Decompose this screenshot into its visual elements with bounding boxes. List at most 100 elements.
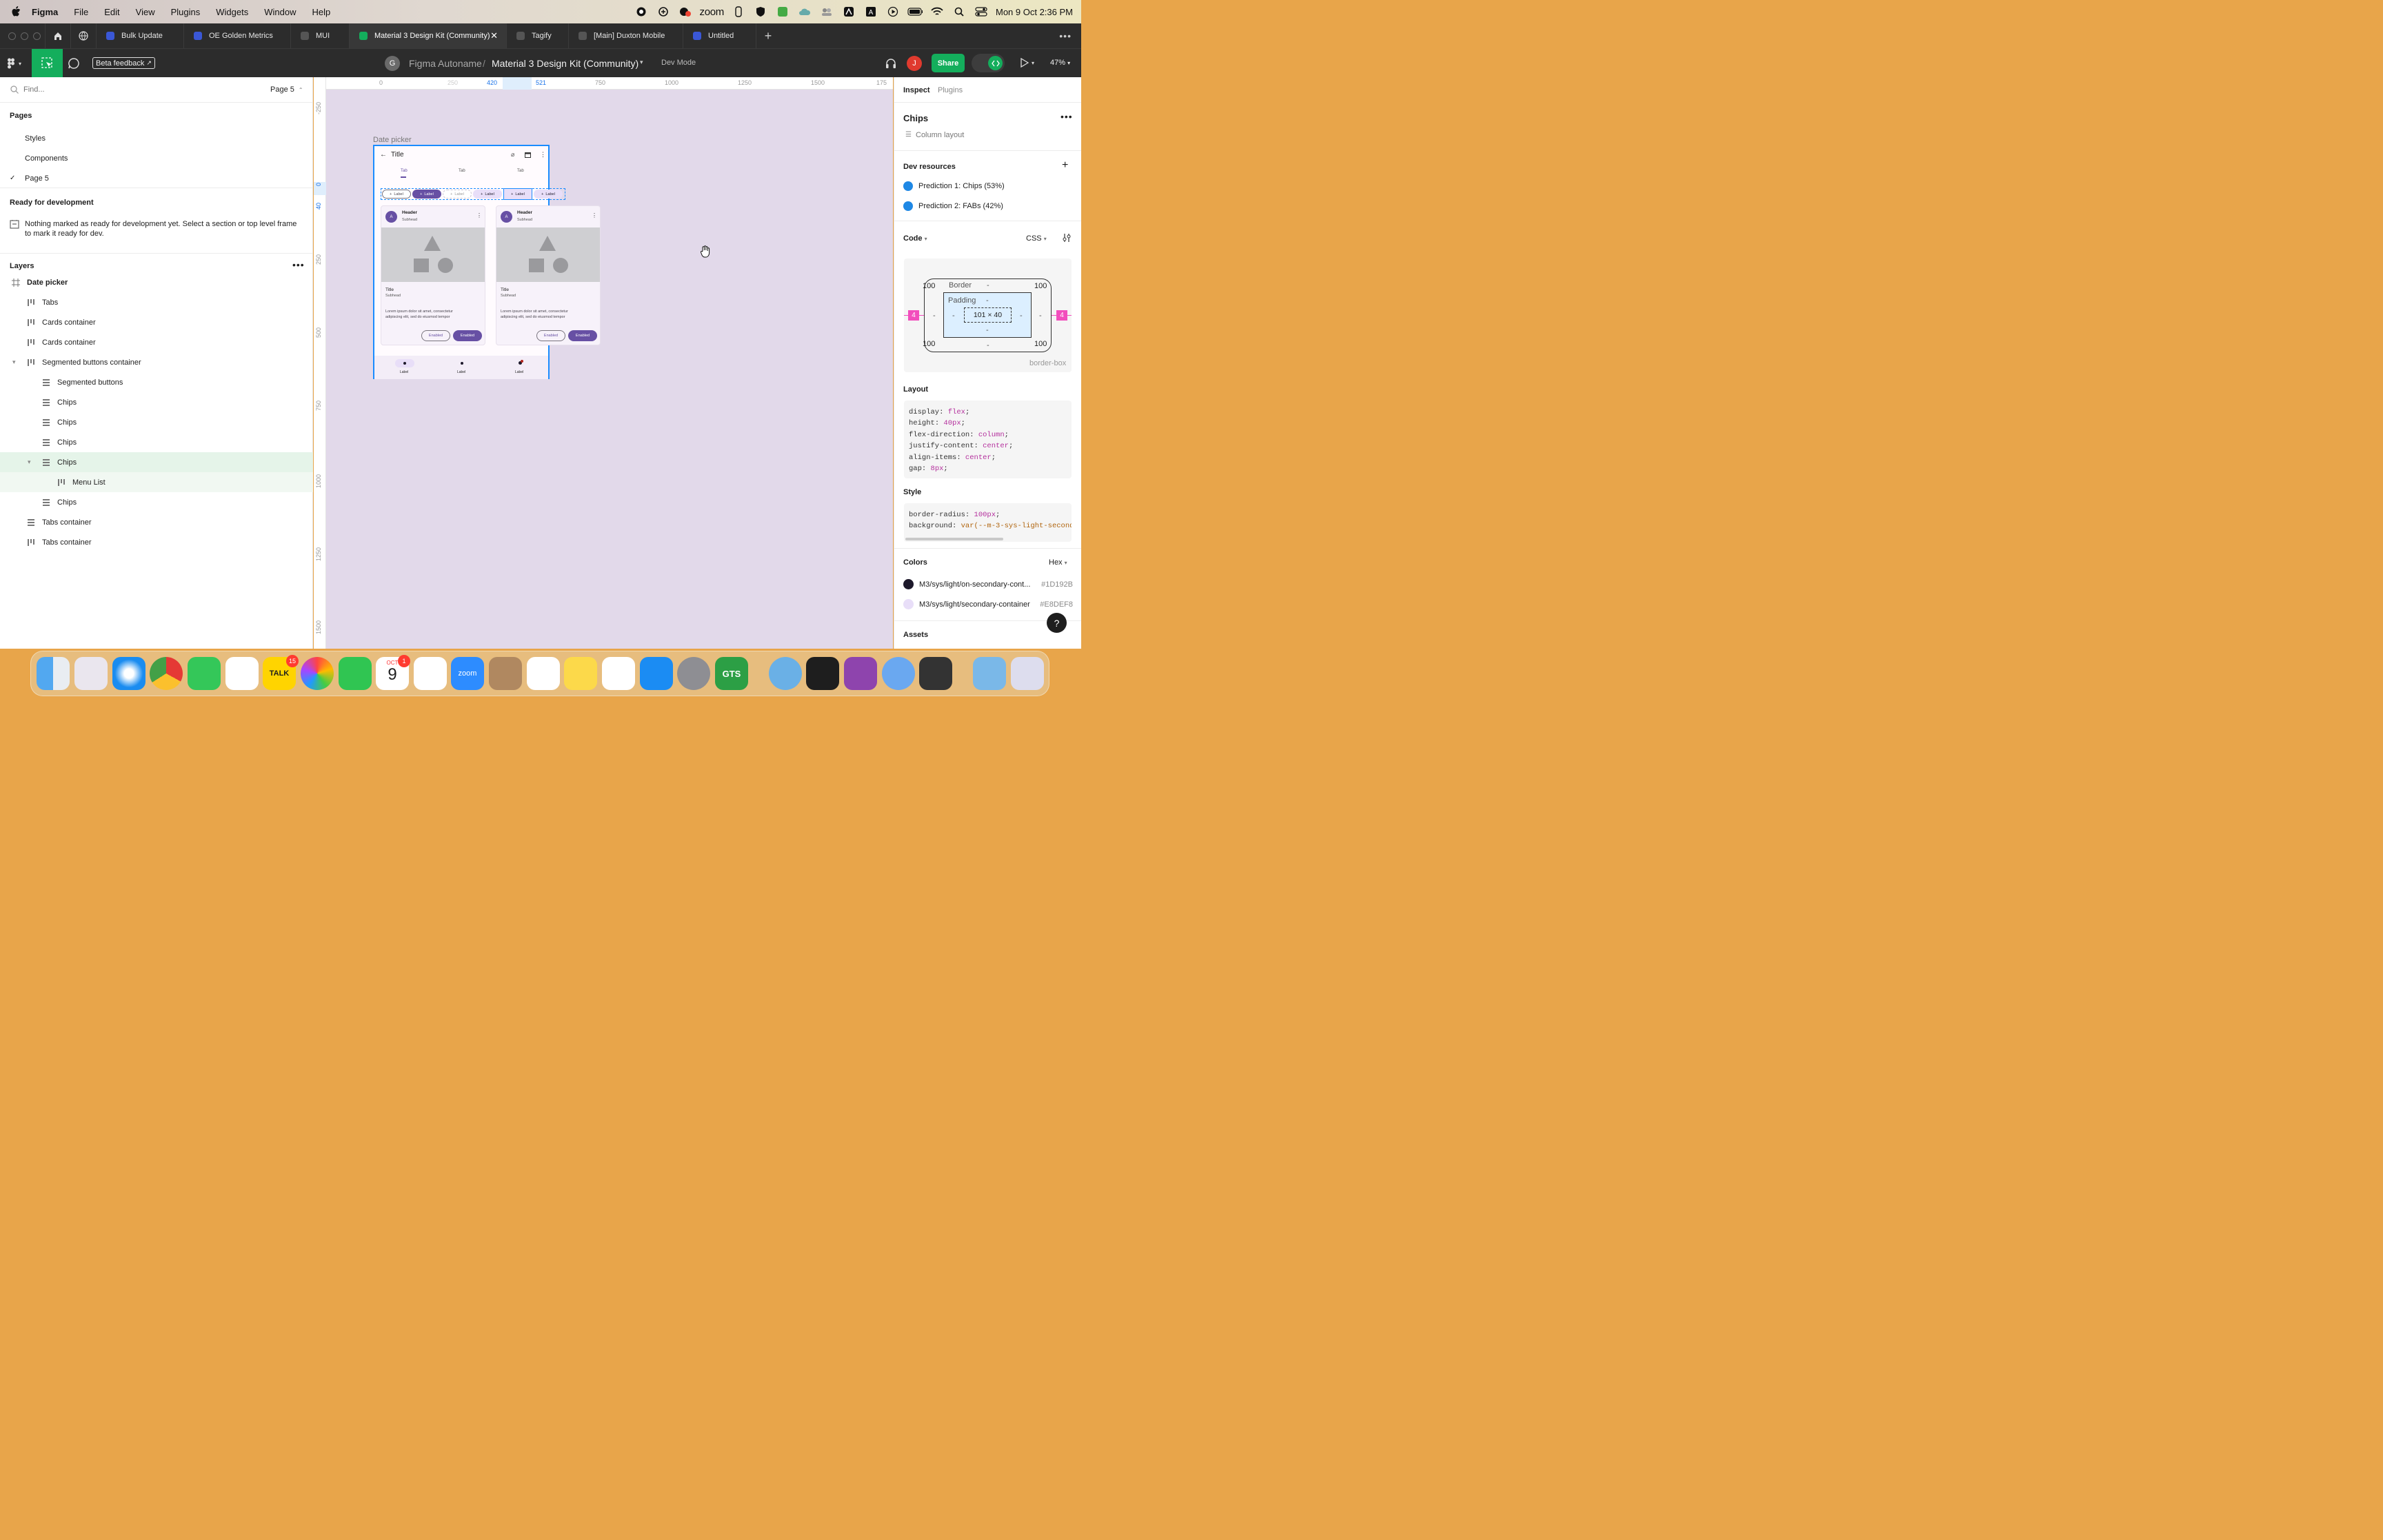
add-resource-icon[interactable]: +	[1062, 159, 1068, 172]
file-name[interactable]: Material 3 Design Kit (Community)	[492, 58, 639, 69]
nav-label[interactable]: Label	[400, 370, 408, 374]
record-icon[interactable]	[634, 5, 649, 19]
inspect-tool-button[interactable]	[32, 49, 63, 78]
close-window-button[interactable]	[8, 32, 16, 40]
reminders-icon[interactable]	[527, 657, 560, 690]
nav-icon[interactable]	[461, 362, 463, 365]
layer-row[interactable]: Chips	[0, 492, 313, 512]
trash-icon[interactable]	[1011, 657, 1044, 690]
people-icon[interactable]	[819, 5, 834, 19]
prediction-item[interactable]: Prediction 2: FABs (42%)	[903, 201, 1003, 211]
menu-edit[interactable]: Edit	[104, 7, 119, 17]
menu-view[interactable]: View	[136, 7, 155, 17]
close-tab-icon[interactable]: ✕	[490, 30, 498, 41]
layer-row[interactable]: ▾ Segmented buttons container	[0, 352, 313, 372]
style-code-block[interactable]: border-radius: 100px; background: var(--m…	[904, 503, 1072, 542]
tab-material3-active[interactable]: Material 3 Design Kit (Community) ✕	[350, 23, 507, 48]
chip[interactable]: + Label	[503, 188, 532, 200]
layer-row[interactable]: Chips	[0, 412, 313, 432]
tab-untitled[interactable]: Untitled	[683, 23, 756, 48]
outlined-button[interactable]: Enabled	[421, 330, 450, 341]
wifi-icon[interactable]	[929, 5, 945, 19]
chrome-icon[interactable]	[150, 657, 183, 690]
tab-1[interactable]: Tab	[401, 169, 408, 173]
outlined-button[interactable]: Enabled	[536, 330, 565, 341]
headphones-icon[interactable]	[885, 57, 897, 70]
tab-2[interactable]: Tab	[459, 169, 465, 173]
layer-row[interactable]: Cards container	[0, 312, 313, 332]
tab-mui[interactable]: MUI	[291, 23, 350, 48]
layout-code-block[interactable]: display: flex; height: 40px; flex-directio…	[904, 401, 1072, 478]
prediction-item[interactable]: Prediction 1: Chips (53%)	[903, 181, 1005, 191]
nav-label[interactable]: Label	[457, 370, 465, 374]
share-button[interactable]: Share	[932, 54, 965, 72]
figma-status-icon[interactable]	[731, 5, 746, 19]
more-tabs-icon[interactable]: •••	[1059, 30, 1072, 41]
tab-3[interactable]: Tab	[517, 169, 524, 173]
messenger-icon[interactable]	[678, 5, 693, 19]
photos-icon[interactable]	[301, 657, 334, 690]
color-row[interactable]: M3/sys/light/on-secondary-cont... #1D192…	[903, 579, 1073, 589]
canvas[interactable]: 0 250 420 521 750 1000 1250 1500 175 -25…	[314, 77, 893, 649]
nav-icon[interactable]	[403, 362, 406, 365]
selection-more-icon[interactable]: •••	[1060, 111, 1073, 122]
tab-duxton-mobile[interactable]: [Main] Duxton Mobile	[569, 23, 683, 48]
menu-plugins[interactable]: Plugins	[171, 7, 201, 17]
page-item-components[interactable]: Components	[25, 154, 68, 163]
layer-row[interactable]: ▾ Chips	[0, 452, 313, 472]
layer-row[interactable]: Chips	[0, 392, 313, 412]
layer-row[interactable]: Menu List	[0, 472, 313, 492]
shield-icon[interactable]	[753, 5, 768, 19]
menu-file[interactable]: File	[74, 7, 88, 17]
layer-row[interactable]: Chips	[0, 432, 313, 452]
user-avatar[interactable]: J	[907, 56, 922, 71]
minimize-window-button[interactable]	[21, 32, 28, 40]
new-tab-icon[interactable]: +	[756, 29, 780, 43]
battery-icon[interactable]	[907, 5, 923, 19]
layer-row[interactable]: Segmented buttons	[0, 372, 313, 392]
comment-tool-button[interactable]	[68, 57, 80, 70]
page-item-page5[interactable]: Page 5	[25, 174, 49, 183]
chatgpt-icon[interactable]	[656, 5, 671, 19]
clock[interactable]: Mon 9 Oct 2:36 PM	[996, 7, 1073, 17]
layer-row[interactable]: Tabs container	[0, 512, 313, 532]
code-title[interactable]: Code ▾	[903, 234, 927, 243]
quicktime-icon[interactable]	[919, 657, 952, 690]
back-arrow-icon[interactable]: ←	[380, 151, 387, 159]
page-item-styles[interactable]: Styles	[25, 134, 46, 143]
tab-tagify[interactable]: Tagify	[507, 23, 569, 48]
main-menu-button[interactable]: ▾	[7, 58, 21, 69]
code-language-select[interactable]: CSS ▾	[1026, 234, 1047, 243]
finder-icon[interactable]	[37, 657, 70, 690]
control-center-icon[interactable]	[974, 5, 989, 19]
segmented-buttons-container[interactable]: + Label + Label + Label + Label + Label + Label	[381, 188, 565, 200]
zoom-app-icon[interactable]: zoom	[451, 657, 484, 690]
downloads-folder-icon[interactable]	[973, 657, 1006, 690]
help-button[interactable]: ?	[1047, 613, 1067, 633]
chip[interactable]: + Label	[443, 190, 472, 199]
team-name[interactable]: Figma Autoname	[409, 58, 482, 69]
figma-app-icon[interactable]	[806, 657, 839, 690]
layers-more-icon[interactable]: •••	[292, 259, 305, 270]
messages-icon[interactable]	[188, 657, 221, 690]
green-app-icon[interactable]	[775, 5, 790, 19]
notes-icon[interactable]	[564, 657, 597, 690]
expand-caret-icon[interactable]: ▾	[12, 358, 16, 366]
card[interactable]: A Header Subhead ⋮ Title Subhead Lorem ipsum d…	[381, 205, 485, 345]
tab-oe-golden-metrics[interactable]: OE Golden Metrics	[184, 23, 291, 48]
github-desktop-icon[interactable]	[844, 657, 877, 690]
alpha-icon[interactable]	[841, 5, 856, 19]
layer-row[interactable]: Tabs container	[0, 532, 313, 552]
menu-window[interactable]: Window	[264, 7, 296, 17]
maximize-window-button[interactable]	[33, 32, 41, 40]
page-selector[interactable]: Page 5 ⌃	[270, 85, 303, 94]
launchpad-icon[interactable]	[74, 657, 108, 690]
layer-search-input[interactable]	[23, 83, 161, 96]
chip[interactable]: + Label	[534, 190, 563, 199]
vscode-icon[interactable]	[414, 657, 447, 690]
layer-row[interactable]: Date picker	[0, 272, 313, 292]
chip[interactable]: + Label	[412, 190, 441, 199]
layer-row[interactable]: Tabs	[0, 292, 313, 312]
filled-button[interactable]: Enabled	[568, 330, 597, 341]
slack-icon[interactable]	[225, 657, 259, 690]
